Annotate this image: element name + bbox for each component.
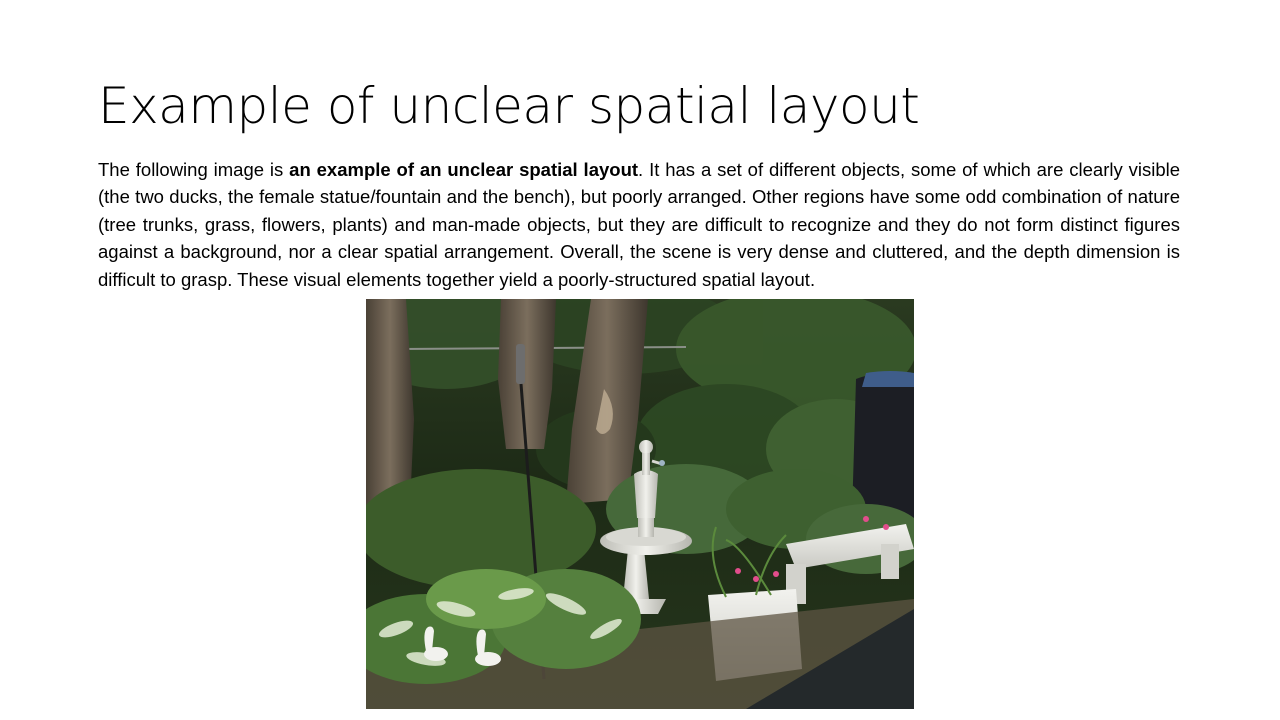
garden-photo	[366, 299, 914, 709]
slide-title: Example of unclear spatial layout	[98, 77, 920, 135]
slide: Example of unclear spatial layout The fo…	[0, 0, 1280, 720]
body-intro: The following image is	[98, 159, 290, 180]
slide-body-text: The following image is an example of an …	[98, 156, 1180, 293]
body-emphasis: an example of an unclear spatial layout	[289, 159, 639, 180]
garden-photo-illustration	[366, 299, 914, 709]
